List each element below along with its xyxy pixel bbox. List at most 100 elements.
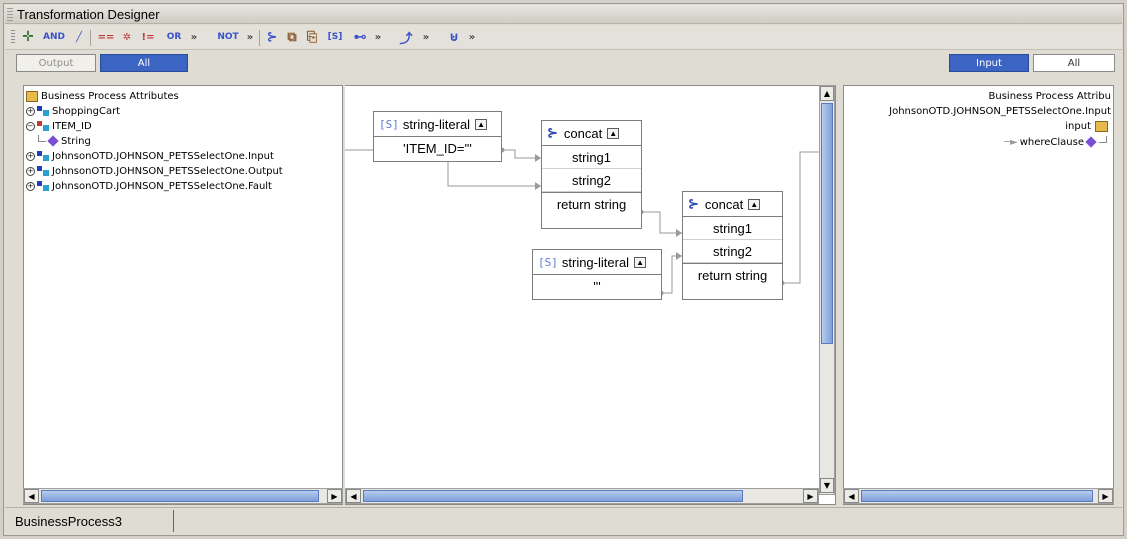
link-icon[interactable]: ⊷ bbox=[351, 27, 369, 47]
collapse-icon[interactable]: ▲ bbox=[748, 198, 761, 210]
structure-icon bbox=[37, 166, 49, 176]
and-operator-button[interactable]: AND bbox=[39, 27, 69, 47]
tree-node-input[interactable]: + JohnsonOTD.JOHNSON_PETSSelectOne.Input bbox=[26, 149, 274, 163]
node-header[interactable]: ⊱ concat ▲ bbox=[683, 192, 782, 217]
input-port-string2[interactable]: string2 bbox=[542, 169, 641, 192]
add-icon[interactable]: ✛ bbox=[21, 27, 35, 47]
loop-icon[interactable]: ⊌ bbox=[445, 27, 463, 47]
expand-icon[interactable]: + bbox=[26, 151, 35, 161]
structure-icon bbox=[37, 151, 49, 161]
string-literal-icon[interactable]: [S] bbox=[323, 27, 347, 47]
collapse-icon[interactable]: ▲ bbox=[634, 256, 647, 268]
structure-icon bbox=[37, 181, 49, 191]
more-icon[interactable]: » bbox=[419, 27, 433, 47]
scroll-left-icon[interactable]: ◀ bbox=[24, 489, 39, 503]
not-equals-button[interactable]: != bbox=[138, 27, 158, 47]
not-operator-button[interactable]: NOT bbox=[214, 27, 242, 47]
input-port-string2[interactable]: string2 bbox=[683, 240, 782, 263]
collapse-icon[interactable]: ▲ bbox=[607, 127, 620, 139]
tab-all-left[interactable]: All bbox=[100, 54, 188, 72]
literal-value[interactable]: 'ITEM_ID=''' bbox=[374, 137, 501, 160]
scroll-thumb[interactable] bbox=[41, 490, 319, 502]
tree-node-item-id[interactable]: − ITEM_ID bbox=[26, 119, 92, 133]
node-title: string-literal bbox=[402, 116, 471, 132]
node-title: concat bbox=[704, 196, 744, 212]
more-icon[interactable]: » bbox=[187, 27, 201, 47]
paste-icon[interactable]: ⎘ bbox=[303, 27, 321, 47]
tree-root[interactable]: Business Process Attributes bbox=[26, 89, 179, 103]
scroll-thumb[interactable] bbox=[861, 490, 1093, 502]
tree-node-otd-input[interactable]: JohnsonOTD.JOHNSON_PETSSelectOne.Input bbox=[889, 104, 1111, 118]
tree-node-label: ITEM_ID bbox=[52, 120, 92, 132]
node-header[interactable]: ⊱ concat ▲ bbox=[542, 121, 641, 146]
canvas-vertical-scrollbar[interactable]: ▲ ▼ bbox=[819, 85, 835, 495]
toolbar-separator bbox=[90, 30, 91, 46]
tree-node-shoppingcart[interactable]: + ShoppingCart bbox=[26, 104, 120, 118]
right-horizontal-scrollbar[interactable]: ◀ ▶ bbox=[843, 488, 1114, 504]
mapping-canvas[interactable]: [S] string-literal ▲ 'ITEM_ID=''' ⊱ conc… bbox=[345, 85, 836, 505]
tree-node-label: input bbox=[1065, 120, 1091, 132]
tree-leaf-label: String bbox=[61, 135, 91, 147]
collapse-icon[interactable]: − bbox=[26, 121, 35, 131]
editor-tab-bar: BusinessProcess3 bbox=[5, 507, 1122, 534]
scroll-thumb[interactable] bbox=[821, 103, 833, 344]
divide-icon[interactable]: ╱ bbox=[71, 27, 87, 47]
concat-icon[interactable]: ⊱ bbox=[263, 27, 281, 47]
expand-icon[interactable]: + bbox=[26, 181, 35, 191]
output-port-return[interactable]: return string bbox=[683, 263, 782, 286]
more-icon[interactable]: » bbox=[465, 27, 479, 47]
node-header[interactable]: [S] string-literal ▲ bbox=[374, 112, 501, 137]
more-icon[interactable]: » bbox=[243, 27, 257, 47]
scroll-left-icon[interactable]: ◀ bbox=[844, 489, 859, 503]
string-literal-node-2[interactable]: [S] string-literal ▲ ''' bbox=[532, 249, 662, 300]
branch-icon[interactable]: ⤴ bbox=[397, 27, 415, 47]
concat-node-1[interactable]: ⊱ concat ▲ string1 string2 return string bbox=[541, 120, 642, 229]
copy-icon[interactable]: ⧉ bbox=[283, 27, 301, 47]
expand-icon[interactable]: + bbox=[26, 106, 35, 116]
tree-node-label: JohnsonOTD.JOHNSON_PETSSelectOne.Fault bbox=[52, 180, 272, 192]
scroll-up-icon[interactable]: ▲ bbox=[820, 86, 834, 101]
tab-input[interactable]: Input bbox=[949, 54, 1029, 72]
scroll-right-icon[interactable]: ▶ bbox=[803, 489, 818, 503]
output-port-return[interactable]: return string bbox=[542, 192, 641, 215]
left-horizontal-scrollbar[interactable]: ◀ ▶ bbox=[23, 488, 343, 504]
field-diamond-icon bbox=[1085, 136, 1097, 148]
tree-node-fault[interactable]: + JohnsonOTD.JOHNSON_PETSSelectOne.Fault bbox=[26, 179, 272, 193]
input-port-string1[interactable]: string1 bbox=[542, 146, 641, 169]
tab-all-right[interactable]: All bbox=[1033, 54, 1115, 72]
tab-businessprocess3[interactable]: BusinessProcess3 bbox=[9, 510, 174, 532]
or-operator-button[interactable]: OR bbox=[163, 27, 185, 47]
toolbar-grip-icon[interactable] bbox=[11, 30, 15, 45]
scroll-left-icon[interactable]: ◀ bbox=[346, 489, 361, 503]
input-port-string1[interactable]: string1 bbox=[683, 217, 782, 240]
more-icon[interactable]: » bbox=[371, 27, 385, 47]
node-header[interactable]: [S] string-literal ▲ bbox=[533, 250, 661, 275]
node-title: string-literal bbox=[561, 254, 630, 270]
string-literal-node-1[interactable]: [S] string-literal ▲ 'ITEM_ID=''' bbox=[373, 111, 502, 162]
canvas-horizontal-scrollbar[interactable]: ◀ ▶ bbox=[345, 488, 819, 504]
title-grip[interactable] bbox=[7, 8, 13, 21]
concat-node-2[interactable]: ⊱ concat ▲ string1 string2 return string bbox=[682, 191, 783, 300]
string-literal-icon: [S] bbox=[538, 255, 558, 269]
collapse-icon[interactable]: ▲ bbox=[475, 118, 488, 130]
tree-node-output[interactable]: + JohnsonOTD.JOHNSON_PETSSelectOne.Outpu… bbox=[26, 164, 283, 178]
input-tree-pane: Business Process Attribu JohnsonOTD.JOHN… bbox=[843, 85, 1114, 505]
tree-root[interactable]: Business Process Attribu bbox=[989, 89, 1111, 103]
scroll-right-icon[interactable]: ▶ bbox=[1098, 489, 1113, 503]
scroll-thumb[interactable] bbox=[363, 490, 743, 502]
tree-node-input[interactable]: input bbox=[1065, 119, 1111, 133]
tree-connector bbox=[1099, 135, 1107, 143]
toolbar: ✛ AND ╱ == ✲ != OR » NOT » ⊱ ⧉ ⎘ [S] ⊷ »… bbox=[5, 25, 1122, 50]
equals-button[interactable]: == bbox=[95, 27, 117, 47]
tree-leaf-whereclause[interactable]: ─► whereClause bbox=[1004, 135, 1107, 149]
scroll-right-icon[interactable]: ▶ bbox=[327, 489, 342, 503]
scroll-down-icon[interactable]: ▼ bbox=[820, 478, 834, 493]
expand-icon[interactable]: + bbox=[26, 166, 35, 176]
tree-leaf-string[interactable]: String bbox=[38, 134, 91, 148]
field-diamond-icon bbox=[47, 135, 59, 147]
tree-node-label: JohnsonOTD.JOHNSON_PETSSelectOne.Output bbox=[52, 165, 283, 177]
tab-output[interactable]: Output bbox=[16, 54, 96, 72]
multiply-icon[interactable]: ✲ bbox=[120, 27, 134, 47]
structure-icon bbox=[37, 106, 49, 116]
literal-value[interactable]: ''' bbox=[533, 275, 661, 298]
